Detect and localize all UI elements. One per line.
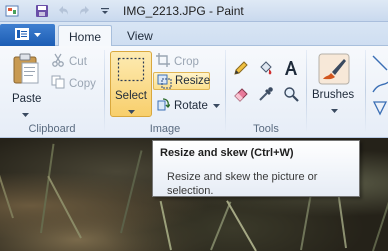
chevron-down-icon xyxy=(33,29,41,41)
eraser-icon[interactable] xyxy=(232,85,250,103)
tools-group-label: Tools xyxy=(253,123,279,135)
title-bar: IMG_2213.JPG - Paint xyxy=(0,0,388,22)
tab-home[interactable]: Home xyxy=(58,25,113,47)
copy-icon xyxy=(51,75,65,92)
resize-button[interactable]: Resize xyxy=(153,72,210,90)
customize-icon[interactable] xyxy=(97,3,113,19)
tooltip: Resize and skew (Ctrl+W) Resize and skew… xyxy=(152,140,360,197)
paste-label: Paste xyxy=(12,93,42,105)
rotate-button[interactable]: Rotate xyxy=(156,97,220,114)
crop-label: Crop xyxy=(174,55,199,68)
cut-icon xyxy=(51,53,65,70)
tooltip-description: Resize and skew the picture or selection… xyxy=(167,171,318,197)
tab-row: Home View xyxy=(0,22,388,47)
tab-view[interactable]: View xyxy=(117,25,163,47)
group-divider xyxy=(104,50,105,132)
select-icon xyxy=(117,57,145,86)
group-divider xyxy=(306,50,307,132)
clipboard-group-label: Clipboard xyxy=(28,123,76,135)
image-group-label: Image xyxy=(149,123,181,135)
app-icon[interactable] xyxy=(4,3,20,19)
cut-label: Cut xyxy=(69,55,87,68)
text-icon[interactable] xyxy=(282,59,300,77)
menu-icon xyxy=(14,27,29,43)
tooltip-title: Resize and skew (Ctrl+W) xyxy=(160,147,294,159)
window-title: IMG_2213.JPG - Paint xyxy=(123,4,244,18)
copy-button[interactable]: Copy xyxy=(51,75,96,92)
pencil-icon[interactable] xyxy=(232,59,250,77)
undo-icon[interactable] xyxy=(55,3,71,19)
chevron-down-icon xyxy=(22,109,29,121)
rotate-icon xyxy=(156,97,171,114)
cut-button[interactable]: Cut xyxy=(51,53,87,70)
paste-icon xyxy=(12,53,40,88)
fill-icon[interactable] xyxy=(257,59,275,77)
select-button[interactable]: Select xyxy=(110,51,152,117)
redo-icon[interactable] xyxy=(77,3,93,19)
brushes-label: Brushes xyxy=(312,89,355,101)
group-divider xyxy=(365,50,366,132)
resize-icon xyxy=(157,74,172,92)
chevron-down-icon xyxy=(212,100,220,112)
copy-label: Copy xyxy=(69,77,96,90)
group-divider xyxy=(225,50,226,132)
paste-button[interactable]: Paste xyxy=(6,51,46,117)
brushes-button[interactable]: Brushes xyxy=(310,51,360,117)
crop-icon xyxy=(156,53,170,70)
chevron-down-icon xyxy=(331,105,338,117)
select-label: Select xyxy=(115,90,147,102)
magnifier-icon[interactable] xyxy=(282,85,300,103)
crop-button[interactable]: Crop xyxy=(156,53,199,70)
ribbon: Paste Cut Copy Clipboard Select Crop Res… xyxy=(0,46,388,138)
shapes-icon xyxy=(371,52,388,120)
chevron-down-icon xyxy=(128,106,135,118)
save-icon[interactable] xyxy=(34,3,50,19)
shapes-gallery[interactable] xyxy=(369,50,388,120)
resize-label: Resize xyxy=(175,75,211,87)
color-picker-icon[interactable] xyxy=(257,85,275,103)
rotate-label: Rotate xyxy=(174,99,208,112)
paint-menu-button[interactable] xyxy=(0,24,55,46)
brushes-icon xyxy=(318,53,350,88)
